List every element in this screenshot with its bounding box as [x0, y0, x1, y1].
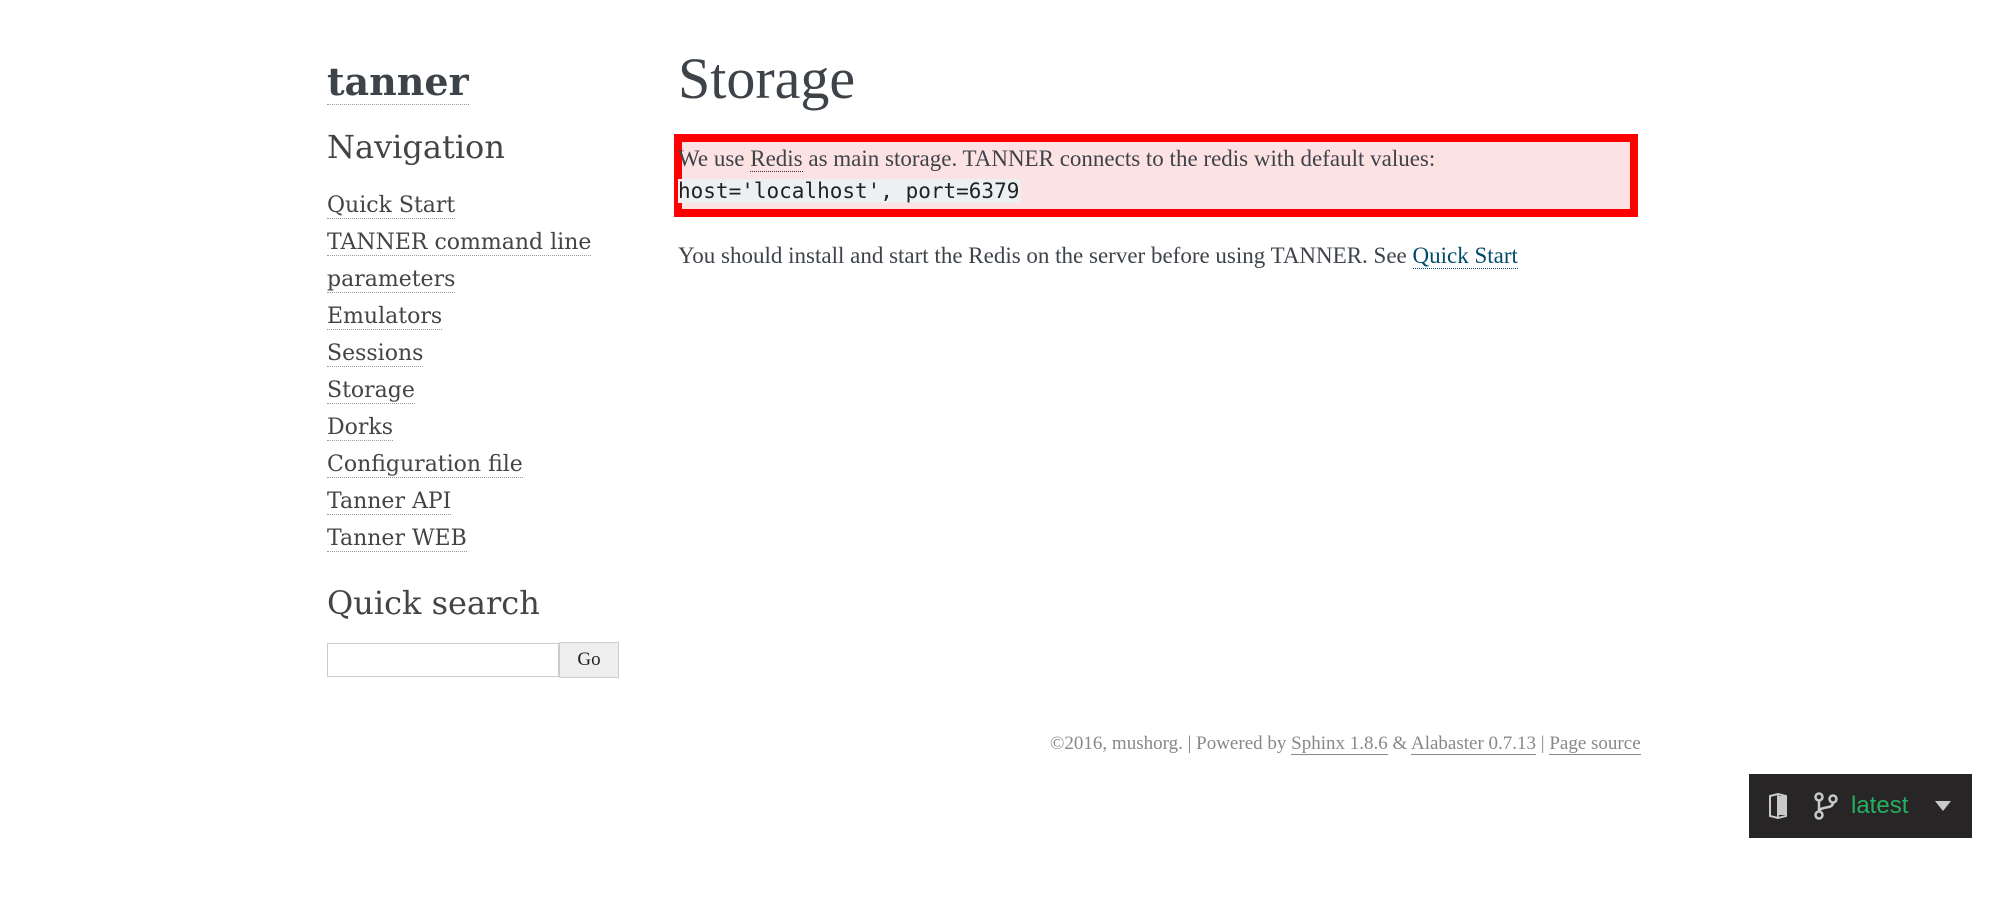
git-branch-icon: [1813, 792, 1839, 820]
nav-item-configuration-file[interactable]: Configuration file: [327, 452, 523, 478]
navigation-list: Quick Start TANNER command line paramete…: [327, 187, 627, 557]
nav-item-sessions[interactable]: Sessions: [327, 341, 424, 367]
nav-item-command-line-cont[interactable]: parameters: [327, 267, 456, 293]
caret-down-icon: [1934, 800, 1952, 812]
paragraph-prefix: We use: [678, 146, 751, 171]
nav-item-quick-start[interactable]: Quick Start: [327, 193, 456, 219]
quick-search-heading: Quick search: [327, 584, 540, 622]
nav-item-command-line[interactable]: TANNER command line: [327, 230, 592, 256]
footer: ©2016, mushorg. | Powered by Sphinx 1.8.…: [1050, 733, 1641, 755]
search-input[interactable]: [327, 643, 559, 677]
nav-item-storage[interactable]: Storage: [327, 378, 415, 404]
alabaster-link[interactable]: Alabaster 0.7.13: [1410, 733, 1537, 755]
highlight-box: We use Redis as main storage. TANNER con…: [674, 134, 1638, 217]
nav-item-dorks[interactable]: Dorks: [327, 415, 394, 441]
footer-copyright: ©2016, mushorg. | Powered by: [1050, 733, 1292, 754]
storage-paragraph: We use Redis as main storage. TANNER con…: [678, 142, 1630, 175]
go-button[interactable]: Go: [559, 642, 619, 678]
navigation-heading: Navigation: [327, 128, 505, 166]
nav-item-tanner-web[interactable]: Tanner WEB: [327, 526, 467, 552]
code-snippet: host='localhost', port=6379: [678, 179, 1022, 203]
install-text: You should install and start the Redis o…: [678, 243, 1413, 268]
quick-start-link[interactable]: Quick Start: [1412, 243, 1518, 269]
footer-separator: |: [1536, 733, 1550, 754]
readthedocs-version-badge[interactable]: latest: [1749, 774, 1972, 838]
version-label: latest: [1851, 792, 1909, 819]
book-icon: [1767, 793, 1789, 819]
logo-link[interactable]: tanner: [327, 60, 469, 105]
main-content: Storage We use Redis as main storage. TA…: [674, 44, 1658, 296]
footer-amp: &: [1387, 733, 1411, 754]
nav-item-emulators[interactable]: Emulators: [327, 304, 443, 330]
sidebar: tanner Navigation Quick Start TANNER com…: [327, 60, 627, 678]
search-form: Go: [327, 642, 627, 678]
page-source-link[interactable]: Page source: [1549, 733, 1641, 755]
sphinx-link[interactable]: Sphinx 1.8.6: [1291, 733, 1388, 755]
page-title: Storage: [678, 46, 856, 111]
install-paragraph: You should install and start the Redis o…: [678, 239, 1658, 273]
nav-item-tanner-api[interactable]: Tanner API: [327, 489, 452, 515]
redis-link[interactable]: Redis: [750, 146, 803, 172]
paragraph-suffix: as main storage. TANNER connects to the …: [802, 146, 1436, 171]
